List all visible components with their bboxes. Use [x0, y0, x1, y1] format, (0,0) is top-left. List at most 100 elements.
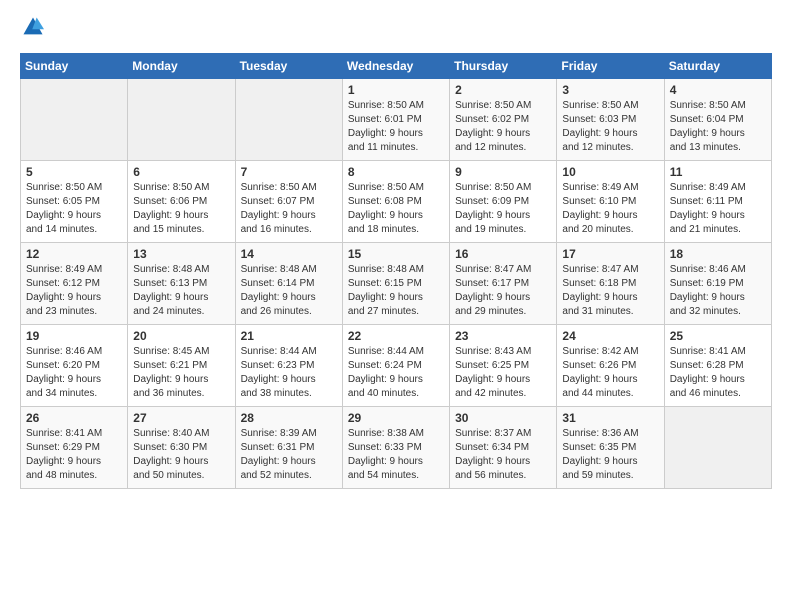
- calendar-cell: 22 Sunrise: 8:44 AM Sunset: 6:24 PM Dayli…: [342, 325, 449, 407]
- day-info: Sunrise: 8:44 AM Sunset: 6:24 PM Dayligh…: [348, 345, 444, 401]
- day-info: Sunrise: 8:48 AM Sunset: 6:14 PM Dayligh…: [241, 263, 337, 319]
- day-info: Sunrise: 8:46 AM Sunset: 6:20 PM Dayligh…: [26, 345, 122, 401]
- calendar-cell: 17 Sunrise: 8:47 AM Sunset: 6:18 PM Dayli…: [557, 243, 664, 325]
- calendar-cell: 19 Sunrise: 8:46 AM Sunset: 6:20 PM Dayli…: [21, 325, 128, 407]
- calendar-cell: 2 Sunrise: 8:50 AM Sunset: 6:02 PM Daylig…: [450, 79, 557, 161]
- day-number: 10: [562, 165, 658, 179]
- calendar-cell: 8 Sunrise: 8:50 AM Sunset: 6:08 PM Daylig…: [342, 161, 449, 243]
- calendar-cell: 21 Sunrise: 8:44 AM Sunset: 6:23 PM Dayli…: [235, 325, 342, 407]
- calendar-week-1: 1Sunrise: 8:50 AM Sunset: 6:01 PM Daylig…: [21, 79, 772, 161]
- calendar-cell: [21, 79, 128, 161]
- day-info: Sunrise: 8:49 AM Sunset: 6:11 PM Dayligh…: [670, 181, 766, 237]
- calendar-week-5: 26 Sunrise: 8:41 AM Sunset: 6:29 PM Dayli…: [21, 407, 772, 489]
- calendar-cell: 13 Sunrise: 8:48 AM Sunset: 6:13 PM Dayli…: [128, 243, 235, 325]
- day-info: Sunrise: 8:45 AM Sunset: 6:21 PM Dayligh…: [133, 345, 229, 401]
- day-number: 13: [133, 247, 229, 261]
- day-info: Sunrise: 8:46 AM Sunset: 6:19 PM Dayligh…: [670, 263, 766, 319]
- day-info: Sunrise: 8:44 AM Sunset: 6:23 PM Dayligh…: [241, 345, 337, 401]
- day-number: 15: [348, 247, 444, 261]
- calendar-cell: 18 Sunrise: 8:46 AM Sunset: 6:19 PM Dayli…: [664, 243, 771, 325]
- day-info: Sunrise: 8:50 AM Sunset: 6:03 PM Dayligh…: [562, 99, 658, 155]
- calendar-cell: 12Sunrise: 8:49 AM Sunset: 6:12 PM Dayli…: [21, 243, 128, 325]
- calendar-cell: 11 Sunrise: 8:49 AM Sunset: 6:11 PM Dayli…: [664, 161, 771, 243]
- day-info: Sunrise: 8:47 AM Sunset: 6:17 PM Dayligh…: [455, 263, 551, 319]
- day-number: 26: [26, 411, 122, 425]
- day-info: Sunrise: 8:41 AM Sunset: 6:28 PM Dayligh…: [670, 345, 766, 401]
- day-number: 8: [348, 165, 444, 179]
- day-number: 30: [455, 411, 551, 425]
- day-info: Sunrise: 8:47 AM Sunset: 6:18 PM Dayligh…: [562, 263, 658, 319]
- calendar-cell: 1Sunrise: 8:50 AM Sunset: 6:01 PM Daylig…: [342, 79, 449, 161]
- calendar-cell: 10 Sunrise: 8:49 AM Sunset: 6:10 PM Dayli…: [557, 161, 664, 243]
- day-number: 25: [670, 329, 766, 343]
- day-number: 7: [241, 165, 337, 179]
- calendar-cell: 30 Sunrise: 8:37 AM Sunset: 6:34 PM Dayli…: [450, 407, 557, 489]
- day-info: Sunrise: 8:50 AM Sunset: 6:04 PM Dayligh…: [670, 99, 766, 155]
- day-info: Sunrise: 8:50 AM Sunset: 6:02 PM Dayligh…: [455, 99, 551, 155]
- day-number: 20: [133, 329, 229, 343]
- page: SundayMondayTuesdayWednesdayThursdayFrid…: [0, 0, 792, 612]
- day-number: 3: [562, 83, 658, 97]
- day-number: 9: [455, 165, 551, 179]
- day-number: 2: [455, 83, 551, 97]
- day-info: Sunrise: 8:49 AM Sunset: 6:10 PM Dayligh…: [562, 181, 658, 237]
- day-number: 12: [26, 247, 122, 261]
- day-number: 14: [241, 247, 337, 261]
- calendar-cell: 6 Sunrise: 8:50 AM Sunset: 6:06 PM Daylig…: [128, 161, 235, 243]
- day-info: Sunrise: 8:41 AM Sunset: 6:29 PM Dayligh…: [26, 427, 122, 483]
- calendar-cell: 23 Sunrise: 8:43 AM Sunset: 6:25 PM Dayli…: [450, 325, 557, 407]
- weekday-header-monday: Monday: [128, 54, 235, 79]
- weekday-header-sunday: Sunday: [21, 54, 128, 79]
- day-number: 24: [562, 329, 658, 343]
- calendar-cell: 15 Sunrise: 8:48 AM Sunset: 6:15 PM Dayli…: [342, 243, 449, 325]
- day-number: 16: [455, 247, 551, 261]
- day-number: 27: [133, 411, 229, 425]
- calendar-cell: 9 Sunrise: 8:50 AM Sunset: 6:09 PM Daylig…: [450, 161, 557, 243]
- day-info: Sunrise: 8:48 AM Sunset: 6:15 PM Dayligh…: [348, 263, 444, 319]
- day-number: 21: [241, 329, 337, 343]
- calendar-week-2: 5Sunrise: 8:50 AM Sunset: 6:05 PM Daylig…: [21, 161, 772, 243]
- logo-icon: [22, 16, 44, 38]
- day-info: Sunrise: 8:50 AM Sunset: 6:09 PM Dayligh…: [455, 181, 551, 237]
- day-number: 18: [670, 247, 766, 261]
- day-number: 31: [562, 411, 658, 425]
- day-number: 4: [670, 83, 766, 97]
- calendar-cell: 31Sunrise: 8:36 AM Sunset: 6:35 PM Dayli…: [557, 407, 664, 489]
- day-info: Sunrise: 8:42 AM Sunset: 6:26 PM Dayligh…: [562, 345, 658, 401]
- day-number: 17: [562, 247, 658, 261]
- day-info: Sunrise: 8:50 AM Sunset: 6:06 PM Dayligh…: [133, 181, 229, 237]
- day-number: 1: [348, 83, 444, 97]
- day-info: Sunrise: 8:40 AM Sunset: 6:30 PM Dayligh…: [133, 427, 229, 483]
- calendar-cell: 28 Sunrise: 8:39 AM Sunset: 6:31 PM Dayli…: [235, 407, 342, 489]
- calendar-cell: 20 Sunrise: 8:45 AM Sunset: 6:21 PM Dayli…: [128, 325, 235, 407]
- day-number: 6: [133, 165, 229, 179]
- day-number: 23: [455, 329, 551, 343]
- day-number: 28: [241, 411, 337, 425]
- day-number: 19: [26, 329, 122, 343]
- weekday-header-thursday: Thursday: [450, 54, 557, 79]
- day-number: 5: [26, 165, 122, 179]
- day-info: Sunrise: 8:37 AM Sunset: 6:34 PM Dayligh…: [455, 427, 551, 483]
- weekday-header-tuesday: Tuesday: [235, 54, 342, 79]
- calendar-cell: 7 Sunrise: 8:50 AM Sunset: 6:07 PM Daylig…: [235, 161, 342, 243]
- day-info: Sunrise: 8:50 AM Sunset: 6:07 PM Dayligh…: [241, 181, 337, 237]
- calendar-cell: 29Sunrise: 8:38 AM Sunset: 6:33 PM Dayli…: [342, 407, 449, 489]
- day-number: 29: [348, 411, 444, 425]
- calendar-cell: 3 Sunrise: 8:50 AM Sunset: 6:03 PM Daylig…: [557, 79, 664, 161]
- calendar-cell: 26 Sunrise: 8:41 AM Sunset: 6:29 PM Dayli…: [21, 407, 128, 489]
- calendar-cell: 27 Sunrise: 8:40 AM Sunset: 6:30 PM Dayli…: [128, 407, 235, 489]
- calendar-cell: [128, 79, 235, 161]
- calendar-week-3: 12Sunrise: 8:49 AM Sunset: 6:12 PM Dayli…: [21, 243, 772, 325]
- header: [20, 16, 772, 43]
- day-info: Sunrise: 8:50 AM Sunset: 6:08 PM Dayligh…: [348, 181, 444, 237]
- calendar: SundayMondayTuesdayWednesdayThursdayFrid…: [20, 53, 772, 489]
- day-number: 11: [670, 165, 766, 179]
- day-number: 22: [348, 329, 444, 343]
- calendar-cell: [664, 407, 771, 489]
- day-info: Sunrise: 8:39 AM Sunset: 6:31 PM Dayligh…: [241, 427, 337, 483]
- weekday-header-row: SundayMondayTuesdayWednesdayThursdayFrid…: [21, 54, 772, 79]
- day-info: Sunrise: 8:48 AM Sunset: 6:13 PM Dayligh…: [133, 263, 229, 319]
- calendar-cell: 24 Sunrise: 8:42 AM Sunset: 6:26 PM Dayli…: [557, 325, 664, 407]
- calendar-cell: 14 Sunrise: 8:48 AM Sunset: 6:14 PM Dayli…: [235, 243, 342, 325]
- day-info: Sunrise: 8:43 AM Sunset: 6:25 PM Dayligh…: [455, 345, 551, 401]
